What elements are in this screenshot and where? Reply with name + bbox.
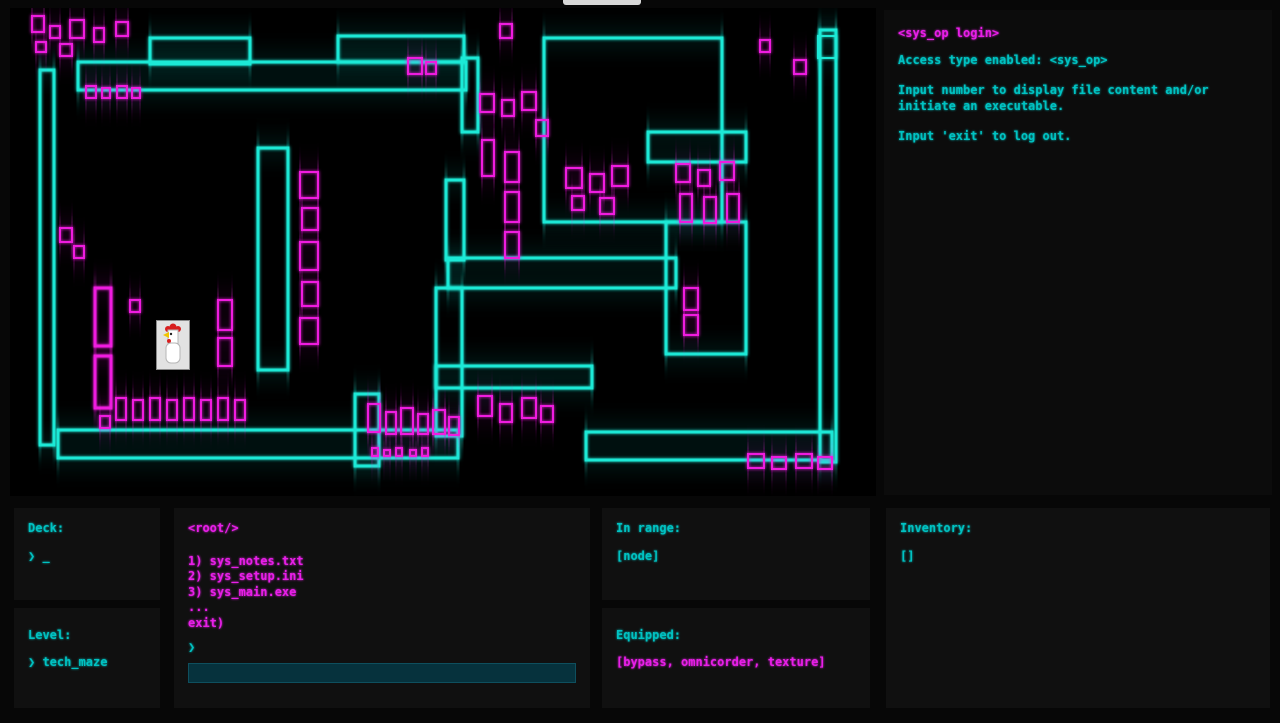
terminal-login-title: <sys_op login> <box>898 26 1258 42</box>
deck-prompt[interactable]: ❯ _ <box>28 549 146 565</box>
window-notch <box>563 0 641 5</box>
terminal-access-line: Access type enabled: <sys_op> <box>898 53 1258 69</box>
files-root-header: <root/> <box>188 521 576 537</box>
level-label: Level: <box>28 628 146 644</box>
file-list-exit: exit) <box>188 616 576 632</box>
equipped-panel: Equipped: [bypass, omnicorder, texture] <box>602 608 870 708</box>
equipped-value: [bypass, omnicorder, texture] <box>616 655 856 671</box>
terminal-instruction: Input number to display file content and… <box>898 83 1258 114</box>
deck-panel: Deck: ❯ _ <box>14 508 160 600</box>
in-range-label: In range: <box>616 521 856 537</box>
player-chicken-sprite <box>156 320 190 370</box>
level-value: ❯ tech_maze <box>28 655 146 671</box>
in-range-value: [node] <box>616 549 856 565</box>
files-panel: <root/> 1) sys_notes.txt 2) sys_setup.in… <box>174 508 590 708</box>
file-list: 1) sys_notes.txt 2) sys_setup.ini 3) sys… <box>188 554 576 632</box>
file-list-ellipsis: ... <box>188 600 576 616</box>
terminal-panel: <sys_op login> Access type enabled: <sys… <box>884 10 1272 495</box>
command-input[interactable] <box>188 663 576 683</box>
inventory-panel: Inventory: [] <box>886 508 1270 708</box>
files-prompt: ❯ <box>188 640 576 656</box>
maze-canvas <box>10 8 876 496</box>
level-panel: Level: ❯ tech_maze <box>14 608 160 708</box>
file-item: 2) sys_setup.ini <box>188 569 576 585</box>
file-item: 3) sys_main.exe <box>188 585 576 601</box>
terminal-exit-hint: Input 'exit' to log out. <box>898 129 1258 145</box>
chicken-icon <box>156 320 190 370</box>
inventory-value: [] <box>900 549 1256 565</box>
file-item: 1) sys_notes.txt <box>188 554 576 570</box>
equipped-label: Equipped: <box>616 628 856 644</box>
in-range-panel: In range: [node] <box>602 508 870 600</box>
deck-label: Deck: <box>28 521 146 537</box>
maze-panel <box>10 8 876 496</box>
inventory-label: Inventory: <box>900 521 1256 537</box>
